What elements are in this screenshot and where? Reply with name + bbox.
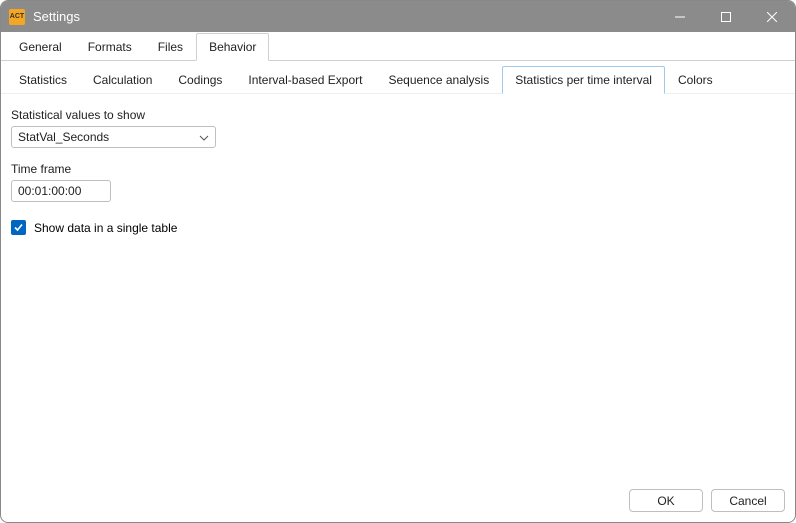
maximize-button[interactable] (703, 1, 749, 32)
stat-values-selected: StatVal_Seconds (18, 130, 109, 144)
time-frame-label: Time frame (11, 162, 785, 176)
close-button[interactable] (749, 1, 795, 32)
stat-values-label: Statistical values to show (11, 108, 785, 122)
tab-general[interactable]: General (6, 33, 75, 61)
subtab-sequence-analysis[interactable]: Sequence analysis (375, 66, 502, 94)
tab-formats[interactable]: Formats (75, 33, 145, 61)
subtab-stats-per-time[interactable]: Statistics per time interval (502, 66, 665, 94)
stat-values-select[interactable]: StatVal_Seconds (11, 126, 216, 148)
sub-tabstrip: Statistics Calculation Codings Interval-… (1, 61, 795, 94)
subtab-statistics[interactable]: Statistics (6, 66, 80, 94)
single-table-checkbox[interactable] (11, 220, 26, 235)
subtab-codings[interactable]: Codings (165, 66, 235, 94)
single-table-label: Show data in a single table (34, 221, 177, 235)
subtab-colors[interactable]: Colors (665, 66, 726, 94)
single-table-row: Show data in a single table (11, 220, 785, 235)
tab-files[interactable]: Files (145, 33, 196, 61)
content-area: Statistical values to show StatVal_Secon… (1, 94, 795, 481)
minimize-button[interactable] (657, 1, 703, 32)
titlebar: ACT Settings (1, 1, 795, 32)
app-icon: ACT (9, 9, 25, 25)
settings-window: ACT Settings General Formats Files Behav… (0, 0, 796, 523)
subtab-calculation[interactable]: Calculation (80, 66, 165, 94)
dialog-footer: OK Cancel (1, 481, 795, 522)
main-tabstrip: General Formats Files Behavior (1, 32, 795, 61)
window-title: Settings (33, 9, 80, 24)
chevron-down-icon (199, 130, 209, 144)
subtab-interval-export[interactable]: Interval-based Export (235, 66, 375, 94)
ok-button[interactable]: OK (629, 489, 703, 512)
window-controls (657, 1, 795, 32)
tab-behavior[interactable]: Behavior (196, 33, 269, 61)
cancel-button[interactable]: Cancel (711, 489, 785, 512)
time-frame-input[interactable] (11, 180, 111, 202)
